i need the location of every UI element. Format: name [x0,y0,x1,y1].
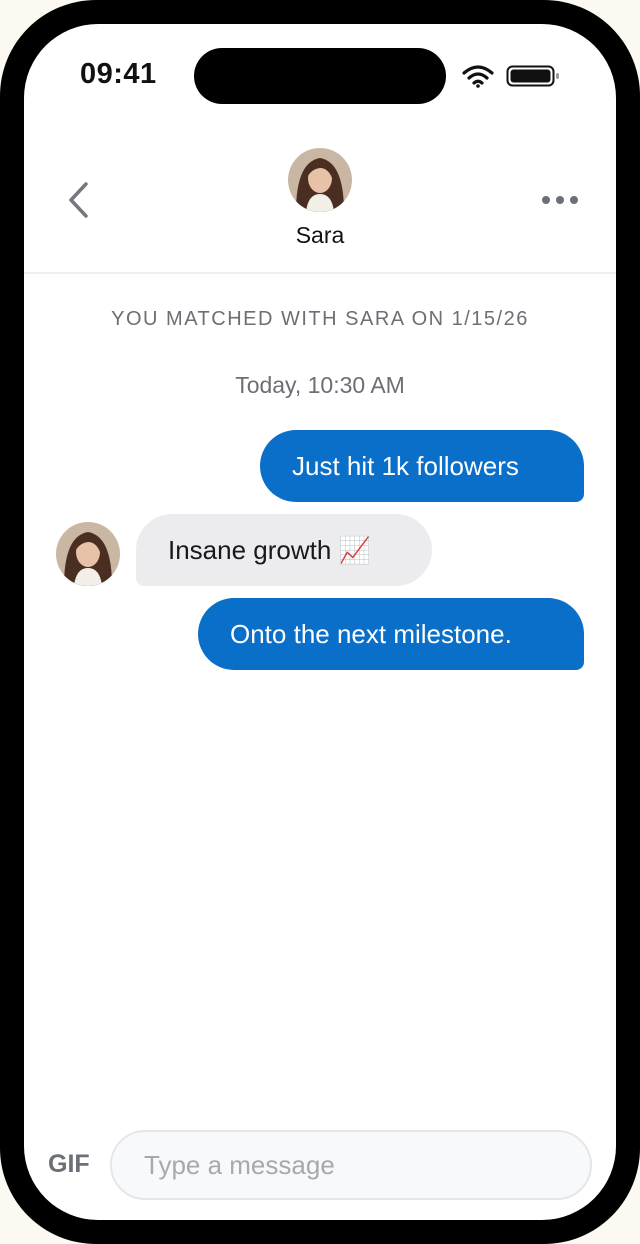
more-dots-icon[interactable] [540,190,580,210]
contact-avatar[interactable] [288,148,352,212]
gif-button[interactable]: GIF [48,1150,90,1179]
message-bubble-sent[interactable]: Just hit 1k followers [260,430,584,502]
phone-frame: 09:41 Sara YOU MATCHED WITH SARA ON 1/15… [0,0,640,1244]
header-divider [24,272,616,274]
avatar-photo [288,148,352,212]
dynamic-island [194,48,446,104]
message-bubble-sent[interactable]: Onto the next milestone. [198,598,584,670]
message-timestamp: Today, 10:30 AM [235,372,405,398]
back-chevron-icon[interactable] [64,180,94,220]
contact-name: Sara [295,222,345,248]
wifi-icon [462,65,494,88]
match-note: YOU MATCHED WITH SARA ON 1/15/26 [111,308,529,330]
status-time: 09:41 [80,58,157,90]
avatar-photo [56,522,120,586]
chat-screen: 09:41 Sara YOU MATCHED WITH SARA ON 1/15… [24,24,616,1220]
message-input[interactable] [110,1130,592,1200]
sender-avatar[interactable] [56,522,120,586]
message-bubble-received[interactable]: Insane growth 📈 [136,514,432,586]
battery-icon [506,65,559,87]
